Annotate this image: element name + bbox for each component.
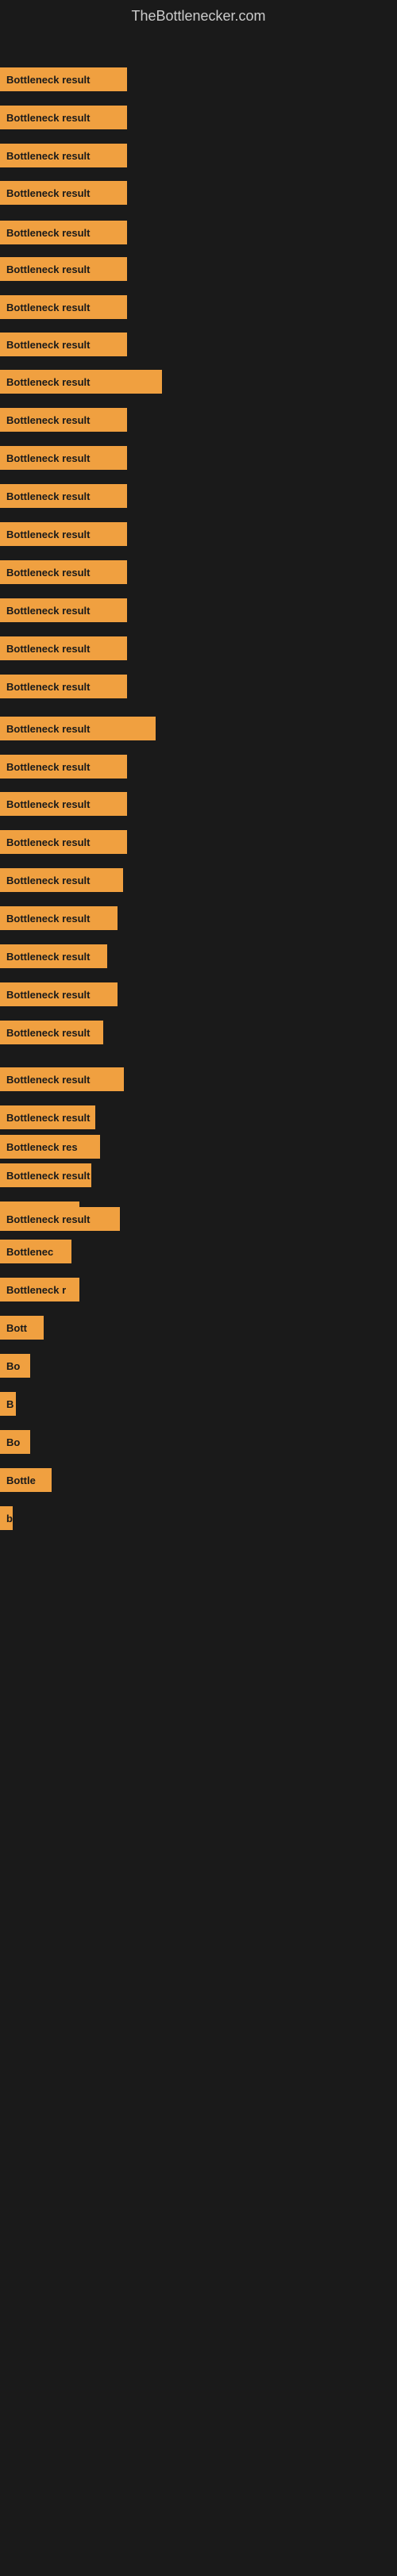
bottleneck-item: Bottleneck result bbox=[0, 633, 127, 663]
bottleneck-badge: Bottleneck result bbox=[0, 221, 127, 244]
bottleneck-item: Bottleneck result bbox=[0, 827, 127, 857]
bottleneck-item: Bottleneck res bbox=[0, 1132, 100, 1162]
bottleneck-item: Bottleneck result bbox=[0, 595, 127, 625]
bottleneck-item: Bottleneck result bbox=[0, 941, 107, 971]
bottleneck-item: Bottleneck result bbox=[0, 752, 127, 782]
bottleneck-item: Bottleneck result bbox=[0, 979, 118, 1009]
bottleneck-item: Bottleneck result bbox=[0, 481, 127, 511]
bottleneck-badge: Bo bbox=[0, 1354, 30, 1378]
bottleneck-badge: Bottleneck result bbox=[0, 522, 127, 546]
bottleneck-item: Bottleneck result bbox=[0, 789, 127, 819]
bottleneck-badge: Bottleneck result bbox=[0, 560, 127, 584]
bottleneck-item: Bottleneck result bbox=[0, 1102, 95, 1132]
bottleneck-badge: Bottleneck result bbox=[0, 868, 123, 892]
bottleneck-item: Bottleneck result bbox=[0, 140, 127, 171]
bottleneck-item: Bottleneck result bbox=[0, 557, 127, 587]
bottleneck-item: Bo bbox=[0, 1351, 30, 1381]
bottleneck-badge: b bbox=[0, 1506, 13, 1530]
bottleneck-item: Bottleneck result bbox=[0, 329, 127, 359]
bottleneck-badge: Bottleneck result bbox=[0, 944, 107, 968]
bottleneck-item: Bottleneck result bbox=[0, 64, 127, 94]
bottleneck-badge: Bottleneck result bbox=[0, 370, 162, 394]
bottleneck-badge: Bottleneck result bbox=[0, 982, 118, 1006]
site-title: TheBottlenecker.com bbox=[0, 0, 397, 37]
bottleneck-badge: Bottleneck result bbox=[0, 906, 118, 930]
bottleneck-badge: Bott bbox=[0, 1316, 44, 1340]
bottleneck-badge: Bo bbox=[0, 1430, 30, 1454]
bottleneck-badge: Bottleneck result bbox=[0, 636, 127, 660]
bottleneck-badge: Bottleneck result bbox=[0, 333, 127, 356]
bottleneck-item: Bottleneck result bbox=[0, 713, 156, 744]
bottleneck-badge: Bottleneck result bbox=[0, 598, 127, 622]
bottleneck-badge: Bottlenec bbox=[0, 1240, 71, 1263]
bottleneck-badge: Bottleneck result bbox=[0, 792, 127, 816]
bottleneck-badge: Bottleneck result bbox=[0, 1105, 95, 1129]
bottleneck-item: Bottleneck result bbox=[0, 1017, 103, 1048]
bottleneck-item: Bottleneck result bbox=[0, 254, 127, 284]
bottleneck-badge: Bottleneck result bbox=[0, 717, 156, 740]
bottleneck-badge: Bottleneck result bbox=[0, 1021, 103, 1044]
bottleneck-item: Bottleneck result bbox=[0, 443, 127, 473]
bottleneck-badge: Bottleneck result bbox=[0, 675, 127, 698]
bottleneck-badge: Bottleneck result bbox=[0, 484, 127, 508]
bottleneck-badge: Bottleneck result bbox=[0, 106, 127, 129]
bottleneck-item: Bottleneck result bbox=[0, 1160, 91, 1190]
bottleneck-item: Bottlenec bbox=[0, 1236, 71, 1267]
bottleneck-item: Bottleneck result bbox=[0, 865, 123, 895]
bottleneck-badge: Bottleneck result bbox=[0, 446, 127, 470]
bottleneck-item: Bottleneck result bbox=[0, 1064, 124, 1094]
bottleneck-badge: Bottleneck result bbox=[0, 1163, 91, 1187]
bottleneck-badge: Bottleneck result bbox=[0, 257, 127, 281]
bottleneck-badge: Bottleneck result bbox=[0, 1207, 120, 1231]
bottleneck-badge: Bottleneck result bbox=[0, 408, 127, 432]
bottleneck-badge: Bottleneck result bbox=[0, 830, 127, 854]
bottleneck-item: Bo bbox=[0, 1427, 30, 1457]
bottleneck-item: Bottleneck result bbox=[0, 1204, 120, 1234]
bottleneck-item: b bbox=[0, 1503, 13, 1533]
bottleneck-badge: Bottleneck result bbox=[0, 1067, 124, 1091]
bottleneck-badge: B bbox=[0, 1392, 16, 1416]
bottleneck-item: Bottleneck result bbox=[0, 519, 127, 549]
bottleneck-badge: Bottleneck result bbox=[0, 755, 127, 779]
bottleneck-item: Bottleneck result bbox=[0, 217, 127, 248]
bottleneck-item: B bbox=[0, 1389, 16, 1419]
bottleneck-badge: Bottleneck result bbox=[0, 295, 127, 319]
bottleneck-badge: Bottleneck result bbox=[0, 144, 127, 167]
site-title-text: TheBottlenecker.com bbox=[131, 8, 265, 24]
bottleneck-item: Bottleneck result bbox=[0, 903, 118, 933]
bottleneck-badge: Bottleneck result bbox=[0, 67, 127, 91]
bottleneck-badge: Bottleneck res bbox=[0, 1135, 100, 1159]
bottleneck-item: Bott bbox=[0, 1313, 44, 1343]
bottleneck-badge: Bottle bbox=[0, 1468, 52, 1492]
bottleneck-item: Bottleneck r bbox=[0, 1275, 75, 1305]
bottleneck-item: Bottleneck result bbox=[0, 367, 162, 397]
bottleneck-item: Bottleneck result bbox=[0, 671, 127, 702]
bottleneck-item: Bottleneck result bbox=[0, 102, 127, 133]
bottleneck-badge: Bottleneck r bbox=[0, 1278, 75, 1301]
bottleneck-badge: Bottleneck result bbox=[0, 181, 127, 205]
bottleneck-item: Bottleneck result bbox=[0, 292, 127, 322]
bottleneck-item: Bottleneck result bbox=[0, 405, 127, 435]
bottleneck-item: Bottleneck result bbox=[0, 178, 127, 208]
bottleneck-item: Bottle bbox=[0, 1465, 52, 1495]
